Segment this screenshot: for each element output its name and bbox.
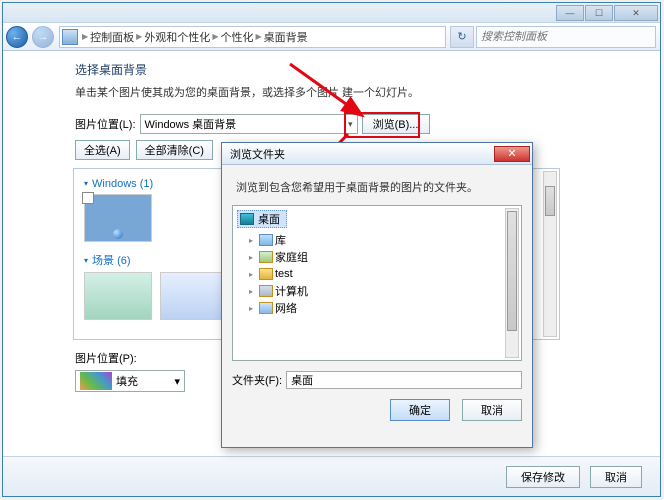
window-titlebar: — ☐ ✕ [3, 3, 660, 23]
refresh-button[interactable]: ↻ [450, 26, 474, 48]
tree-item-computer[interactable]: 计算机 [249, 283, 517, 299]
scrollbar-thumb[interactable] [545, 186, 555, 216]
breadcrumb-item[interactable]: 桌面背景 [264, 29, 308, 45]
folder-field[interactable] [286, 371, 522, 389]
tree-item-homegroup[interactable]: 家庭组 [249, 249, 517, 265]
picture-position-label: 图片位置(P): [75, 350, 137, 366]
picture-location-dropdown[interactable]: Windows 桌面背景 [140, 114, 358, 134]
windows-orb-icon [113, 229, 123, 239]
close-button[interactable]: ✕ [614, 5, 658, 21]
clear-all-button[interactable]: 全部清除(C) [136, 140, 213, 160]
breadcrumb-item[interactable]: 个性化 [220, 29, 253, 45]
select-all-button[interactable]: 全选(A) [75, 140, 130, 160]
fill-label: 填充 [116, 373, 138, 389]
wallpaper-thumb-windows[interactable] [84, 194, 152, 242]
gallery-scrollbar[interactable] [543, 171, 557, 337]
gallery-group-windows[interactable]: Windows (1) [84, 178, 153, 190]
tree-selected-label: 桌面 [258, 211, 280, 227]
tree-scrollbar[interactable] [505, 208, 519, 358]
browse-folder-dialog: 浏览文件夹 ✕ 浏览到包含您希望用于桌面背景的图片的文件夹。 桌面 库 家庭组 … [221, 142, 533, 448]
dialog-titlebar: 浏览文件夹 ✕ [222, 143, 532, 165]
breadcrumb-item[interactable]: 控制面板 [90, 29, 134, 45]
picture-location-value: Windows 桌面背景 [145, 116, 237, 132]
tree-item-network[interactable]: 网络 [249, 300, 517, 316]
page-desc: 单击某个图片使其成为您的桌面背景，或选择多个图片 建一个幻灯片。 [75, 84, 648, 100]
wallpaper-thumb[interactable] [84, 272, 152, 320]
minimize-button[interactable]: — [556, 5, 584, 21]
picture-location-row: 图片位置(L): Windows 桌面背景 浏览(B)... [75, 114, 648, 134]
nav-toolbar: ← → ▶ 控制面板 ▶ 外观和个性化 ▶ 个性化 ▶ 桌面背景 ↻ [3, 23, 660, 51]
dialog-cancel-button[interactable]: 取消 [462, 399, 522, 421]
footer-bar: 保存修改 取消 [3, 456, 660, 496]
browse-button[interactable]: 浏览(B)... [362, 114, 430, 134]
folder-icon [259, 268, 273, 280]
dialog-hint: 浏览到包含您希望用于桌面背景的图片的文件夹。 [236, 179, 522, 195]
network-icon [259, 302, 273, 314]
tree-selected-desktop[interactable]: 桌面 [237, 210, 287, 228]
search-input[interactable] [476, 26, 656, 48]
fill-swatch-icon [80, 372, 112, 390]
gallery-group-scenes[interactable]: 场景 (6) [84, 252, 131, 268]
dialog-close-button[interactable]: ✕ [494, 146, 530, 162]
scrollbar-thumb[interactable] [507, 211, 517, 331]
folder-tree[interactable]: 桌面 库 家庭组 test 计算机 网络 [232, 205, 522, 361]
computer-icon [259, 285, 273, 297]
maximize-button[interactable]: ☐ [585, 5, 613, 21]
save-changes-button[interactable]: 保存修改 [506, 466, 580, 488]
wallpaper-thumb[interactable] [160, 272, 228, 320]
chevron-down-icon: ▾ [174, 375, 180, 388]
dialog-title: 浏览文件夹 [230, 146, 285, 162]
dialog-ok-button[interactable]: 确定 [390, 399, 450, 421]
desktop-icon [240, 213, 254, 225]
folder-field-label: 文件夹(F): [232, 372, 282, 388]
back-button[interactable]: ← [6, 26, 28, 48]
breadcrumb-item[interactable]: 外观和个性化 [144, 29, 210, 45]
breadcrumb[interactable]: ▶ 控制面板 ▶ 外观和个性化 ▶ 个性化 ▶ 桌面背景 [59, 26, 446, 48]
picture-location-label: 图片位置(L): [75, 116, 136, 132]
cancel-button[interactable]: 取消 [590, 466, 642, 488]
page-title: 选择桌面背景 [75, 61, 648, 78]
homegroup-icon [259, 251, 273, 263]
tree-item-libraries[interactable]: 库 [249, 232, 517, 248]
control-panel-icon [62, 29, 78, 45]
forward-button[interactable]: → [32, 26, 54, 48]
tree-item-test[interactable]: test [249, 266, 517, 282]
fill-dropdown[interactable]: 填充 ▾ [75, 370, 185, 392]
library-icon [259, 234, 273, 246]
